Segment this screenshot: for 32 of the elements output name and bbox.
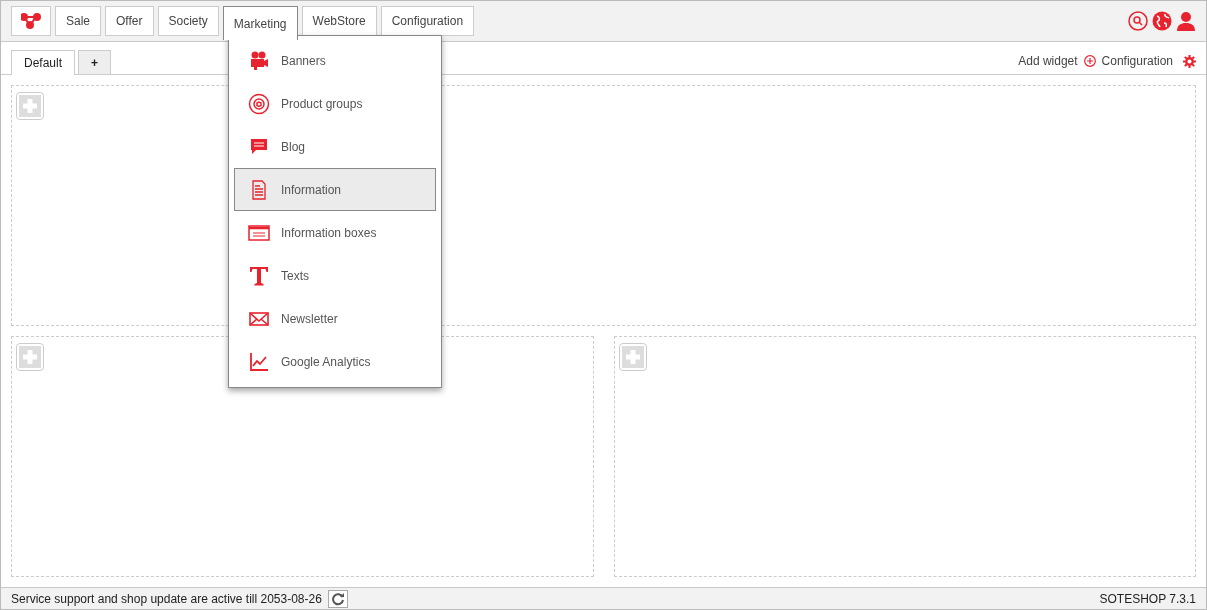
film-camera-icon: [248, 49, 270, 72]
nav-tab[interactable]: Marketing: [222, 6, 298, 40]
menu-item[interactable]: Newsletter: [234, 297, 436, 340]
nav-tab[interactable]: Sale: [55, 6, 102, 36]
nav-tab[interactable]: WebStore: [301, 6, 377, 36]
menu-item[interactable]: Product groups: [234, 82, 436, 125]
gear-icon[interactable]: [1183, 54, 1196, 68]
menu-item[interactable]: Blog: [234, 125, 436, 168]
menu-item[interactable]: Information boxes: [234, 211, 436, 254]
nav-tab[interactable]: Offer: [105, 6, 154, 36]
configuration-link[interactable]: Configuration: [1101, 54, 1173, 68]
nav-tab[interactable]: Society: [157, 6, 219, 36]
cube-circle-icon: [248, 92, 270, 115]
menu-item[interactable]: Banners: [234, 39, 436, 82]
refresh-button[interactable]: [327, 589, 348, 608]
network-nodes-icon: [21, 13, 41, 29]
add-widget-link[interactable]: Add widget: [1018, 54, 1078, 68]
line-chart-icon: [248, 350, 270, 373]
menu-item[interactable]: Texts: [234, 254, 436, 297]
plus-circle-icon[interactable]: [1083, 55, 1096, 67]
search-icon[interactable]: [1128, 11, 1148, 31]
serif-letter-icon: [248, 264, 270, 287]
dashboard-tab[interactable]: +: [78, 50, 112, 74]
menu-item[interactable]: Information: [234, 168, 436, 211]
nav-tab[interactable]: Configuration: [380, 6, 475, 36]
menu-item[interactable]: Google Analytics: [234, 340, 436, 383]
version-text: SOTESHOP 7.3.1: [1099, 591, 1196, 606]
user-icon[interactable]: [1176, 11, 1196, 31]
globe-icon[interactable]: [1152, 11, 1172, 31]
logo-button[interactable]: [11, 6, 51, 36]
dashboard-tab[interactable]: Default: [11, 50, 76, 75]
service-status-text: Service support and shop update are active till 2053-08-26: [11, 591, 322, 606]
